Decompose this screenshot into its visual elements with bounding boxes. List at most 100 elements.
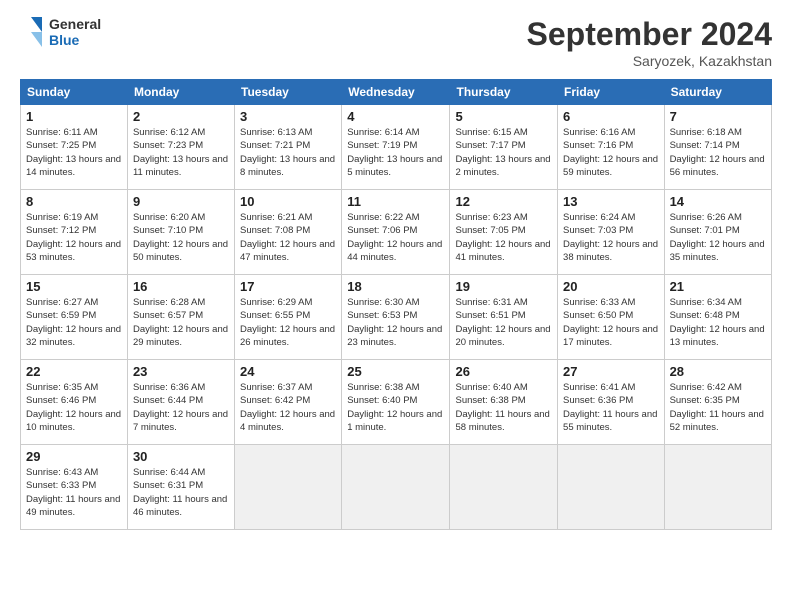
day-number: 25 — [347, 364, 444, 379]
day-info: Sunrise: 6:35 AM Sunset: 6:46 PM Dayligh… — [26, 381, 122, 434]
day-info: Sunrise: 6:18 AM Sunset: 7:14 PM Dayligh… — [670, 126, 766, 179]
calendar-cell: 11 Sunrise: 6:22 AM Sunset: 7:06 PM Dayl… — [342, 190, 450, 275]
day-info: Sunrise: 6:13 AM Sunset: 7:21 PM Dayligh… — [240, 126, 336, 179]
day-number: 24 — [240, 364, 336, 379]
calendar-cell: 27 Sunrise: 6:41 AM Sunset: 6:36 PM Dayl… — [558, 360, 665, 445]
day-number: 15 — [26, 279, 122, 294]
calendar-header-row: Sunday Monday Tuesday Wednesday Thursday… — [21, 80, 772, 105]
calendar-cell: 28 Sunrise: 6:42 AM Sunset: 6:35 PM Dayl… — [664, 360, 771, 445]
calendar-cell — [664, 445, 771, 530]
day-info: Sunrise: 6:11 AM Sunset: 7:25 PM Dayligh… — [26, 126, 122, 179]
day-number: 10 — [240, 194, 336, 209]
calendar-cell: 20 Sunrise: 6:33 AM Sunset: 6:50 PM Dayl… — [558, 275, 665, 360]
day-number: 29 — [26, 449, 122, 464]
day-info: Sunrise: 6:26 AM Sunset: 7:01 PM Dayligh… — [670, 211, 766, 264]
day-info: Sunrise: 6:22 AM Sunset: 7:06 PM Dayligh… — [347, 211, 444, 264]
day-info: Sunrise: 6:14 AM Sunset: 7:19 PM Dayligh… — [347, 126, 444, 179]
title-block: September 2024 Saryozek, Kazakhstan — [527, 16, 772, 69]
calendar-cell: 14 Sunrise: 6:26 AM Sunset: 7:01 PM Dayl… — [664, 190, 771, 275]
calendar-week-row: 29 Sunrise: 6:43 AM Sunset: 6:33 PM Dayl… — [21, 445, 772, 530]
day-number: 20 — [563, 279, 659, 294]
day-info: Sunrise: 6:36 AM Sunset: 6:44 PM Dayligh… — [133, 381, 229, 434]
day-info: Sunrise: 6:31 AM Sunset: 6:51 PM Dayligh… — [455, 296, 552, 349]
day-info: Sunrise: 6:34 AM Sunset: 6:48 PM Dayligh… — [670, 296, 766, 349]
col-tuesday: Tuesday — [235, 80, 342, 105]
day-info: Sunrise: 6:27 AM Sunset: 6:59 PM Dayligh… — [26, 296, 122, 349]
logo-blue: Blue — [49, 32, 101, 48]
calendar-cell: 18 Sunrise: 6:30 AM Sunset: 6:53 PM Dayl… — [342, 275, 450, 360]
day-number: 6 — [563, 109, 659, 124]
calendar-cell: 17 Sunrise: 6:29 AM Sunset: 6:55 PM Dayl… — [235, 275, 342, 360]
day-number: 19 — [455, 279, 552, 294]
calendar-table: Sunday Monday Tuesday Wednesday Thursday… — [20, 79, 772, 530]
day-number: 11 — [347, 194, 444, 209]
day-number: 14 — [670, 194, 766, 209]
calendar-cell: 12 Sunrise: 6:23 AM Sunset: 7:05 PM Dayl… — [450, 190, 558, 275]
calendar-week-row: 15 Sunrise: 6:27 AM Sunset: 6:59 PM Dayl… — [21, 275, 772, 360]
calendar-cell: 7 Sunrise: 6:18 AM Sunset: 7:14 PM Dayli… — [664, 105, 771, 190]
logo-icon — [20, 17, 42, 47]
day-info: Sunrise: 6:19 AM Sunset: 7:12 PM Dayligh… — [26, 211, 122, 264]
col-saturday: Saturday — [664, 80, 771, 105]
logo-general: General — [49, 16, 101, 32]
header: General Blue September 2024 Saryozek, Ka… — [20, 16, 772, 69]
day-number: 23 — [133, 364, 229, 379]
day-info: Sunrise: 6:12 AM Sunset: 7:23 PM Dayligh… — [133, 126, 229, 179]
calendar-cell: 23 Sunrise: 6:36 AM Sunset: 6:44 PM Dayl… — [127, 360, 234, 445]
page: General Blue September 2024 Saryozek, Ka… — [0, 0, 792, 612]
day-info: Sunrise: 6:33 AM Sunset: 6:50 PM Dayligh… — [563, 296, 659, 349]
day-number: 27 — [563, 364, 659, 379]
day-number: 22 — [26, 364, 122, 379]
day-number: 5 — [455, 109, 552, 124]
day-info: Sunrise: 6:40 AM Sunset: 6:38 PM Dayligh… — [455, 381, 552, 434]
logo: General Blue — [20, 16, 101, 48]
day-number: 28 — [670, 364, 766, 379]
calendar-cell: 8 Sunrise: 6:19 AM Sunset: 7:12 PM Dayli… — [21, 190, 128, 275]
day-number: 26 — [455, 364, 552, 379]
calendar-cell: 10 Sunrise: 6:21 AM Sunset: 7:08 PM Dayl… — [235, 190, 342, 275]
calendar-cell: 15 Sunrise: 6:27 AM Sunset: 6:59 PM Dayl… — [21, 275, 128, 360]
calendar-cell: 16 Sunrise: 6:28 AM Sunset: 6:57 PM Dayl… — [127, 275, 234, 360]
day-number: 4 — [347, 109, 444, 124]
day-number: 8 — [26, 194, 122, 209]
day-info: Sunrise: 6:29 AM Sunset: 6:55 PM Dayligh… — [240, 296, 336, 349]
day-number: 9 — [133, 194, 229, 209]
day-number: 17 — [240, 279, 336, 294]
day-info: Sunrise: 6:16 AM Sunset: 7:16 PM Dayligh… — [563, 126, 659, 179]
calendar-cell: 25 Sunrise: 6:38 AM Sunset: 6:40 PM Dayl… — [342, 360, 450, 445]
day-number: 30 — [133, 449, 229, 464]
day-info: Sunrise: 6:42 AM Sunset: 6:35 PM Dayligh… — [670, 381, 766, 434]
month-title: September 2024 — [527, 16, 772, 53]
day-info: Sunrise: 6:38 AM Sunset: 6:40 PM Dayligh… — [347, 381, 444, 434]
day-number: 12 — [455, 194, 552, 209]
calendar-cell: 21 Sunrise: 6:34 AM Sunset: 6:48 PM Dayl… — [664, 275, 771, 360]
day-info: Sunrise: 6:44 AM Sunset: 6:31 PM Dayligh… — [133, 466, 229, 519]
calendar-cell: 9 Sunrise: 6:20 AM Sunset: 7:10 PM Dayli… — [127, 190, 234, 275]
calendar-cell: 5 Sunrise: 6:15 AM Sunset: 7:17 PM Dayli… — [450, 105, 558, 190]
day-info: Sunrise: 6:37 AM Sunset: 6:42 PM Dayligh… — [240, 381, 336, 434]
col-friday: Friday — [558, 80, 665, 105]
day-info: Sunrise: 6:43 AM Sunset: 6:33 PM Dayligh… — [26, 466, 122, 519]
calendar-cell: 22 Sunrise: 6:35 AM Sunset: 6:46 PM Dayl… — [21, 360, 128, 445]
calendar-cell: 1 Sunrise: 6:11 AM Sunset: 7:25 PM Dayli… — [21, 105, 128, 190]
calendar-week-row: 1 Sunrise: 6:11 AM Sunset: 7:25 PM Dayli… — [21, 105, 772, 190]
calendar-week-row: 8 Sunrise: 6:19 AM Sunset: 7:12 PM Dayli… — [21, 190, 772, 275]
calendar-cell: 19 Sunrise: 6:31 AM Sunset: 6:51 PM Dayl… — [450, 275, 558, 360]
calendar-cell: 30 Sunrise: 6:44 AM Sunset: 6:31 PM Dayl… — [127, 445, 234, 530]
day-info: Sunrise: 6:24 AM Sunset: 7:03 PM Dayligh… — [563, 211, 659, 264]
calendar-cell: 29 Sunrise: 6:43 AM Sunset: 6:33 PM Dayl… — [21, 445, 128, 530]
day-number: 7 — [670, 109, 766, 124]
day-number: 18 — [347, 279, 444, 294]
day-number: 16 — [133, 279, 229, 294]
calendar-cell — [558, 445, 665, 530]
calendar-cell — [235, 445, 342, 530]
calendar-cell: 13 Sunrise: 6:24 AM Sunset: 7:03 PM Dayl… — [558, 190, 665, 275]
day-number: 2 — [133, 109, 229, 124]
calendar-week-row: 22 Sunrise: 6:35 AM Sunset: 6:46 PM Dayl… — [21, 360, 772, 445]
calendar-cell — [342, 445, 450, 530]
calendar-cell — [450, 445, 558, 530]
day-number: 1 — [26, 109, 122, 124]
calendar-cell: 4 Sunrise: 6:14 AM Sunset: 7:19 PM Dayli… — [342, 105, 450, 190]
day-info: Sunrise: 6:15 AM Sunset: 7:17 PM Dayligh… — [455, 126, 552, 179]
day-info: Sunrise: 6:41 AM Sunset: 6:36 PM Dayligh… — [563, 381, 659, 434]
